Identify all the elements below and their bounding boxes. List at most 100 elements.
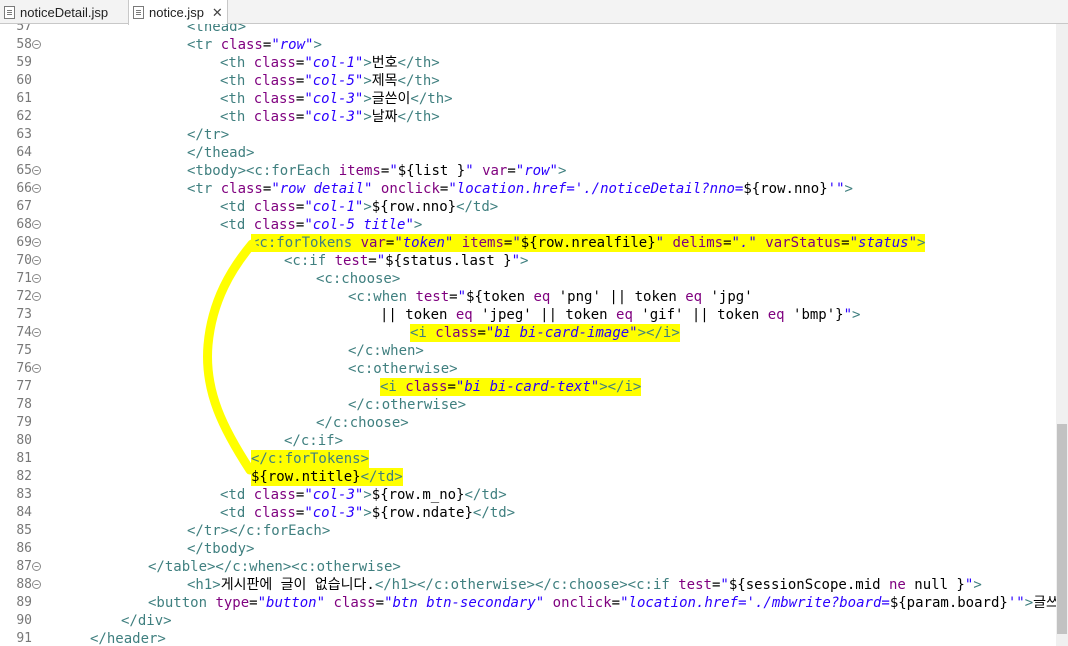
code-line-70[interactable]: 70− <c:if test="${status.last }">: [0, 252, 1056, 270]
code-text: <c:otherwise>: [348, 361, 458, 377]
line-number: 72: [16, 289, 32, 304]
line-number: 90: [16, 613, 32, 628]
code-line-80[interactable]: 80 </c:if>: [0, 432, 1056, 450]
code-text: </tbody>: [187, 541, 255, 557]
line-number: 75: [16, 343, 32, 358]
code-line-91[interactable]: 91 </header>: [0, 630, 1056, 646]
line-number: 85: [16, 523, 32, 538]
fold-toggle-icon[interactable]: −: [32, 580, 41, 589]
line-number: 63: [16, 127, 32, 142]
code-line-64[interactable]: 64 </thead>: [0, 144, 1056, 162]
code-line-75[interactable]: 75 </c:when>: [0, 342, 1056, 360]
code-line-59[interactable]: 59 <th class="col-1">번호</th>: [0, 54, 1056, 72]
code-line-63[interactable]: 63 </tr>: [0, 126, 1056, 144]
fold-toggle-icon[interactable]: −: [32, 40, 41, 49]
code-line-73[interactable]: 73 || token eq 'jpeg' || token eq 'gif' |…: [0, 306, 1056, 324]
code-text: <th class="col-5">제목</th>: [220, 73, 440, 89]
tab-label: noticeDetail.jsp: [20, 4, 109, 20]
fold-toggle-icon[interactable]: −: [32, 328, 41, 337]
tab-notice-jsp[interactable]: notice.jsp ✕: [128, 0, 228, 25]
code-line-78[interactable]: 78 </c:otherwise>: [0, 396, 1056, 414]
line-number: 74: [16, 325, 32, 340]
line-number: 77: [16, 379, 32, 394]
code-line-74[interactable]: 74− <i class="bi bi-card-image"></i>: [0, 324, 1056, 342]
code-line-84[interactable]: 84 <td class="col-3">${row.ndate}</td>: [0, 504, 1056, 522]
code-line-83[interactable]: 83 <td class="col-3">${row.m_no}</td>: [0, 486, 1056, 504]
code-text: </c:otherwise>: [348, 397, 467, 413]
fold-toggle-icon[interactable]: −: [32, 256, 41, 265]
line-number: 70: [16, 253, 32, 268]
code-line-57[interactable]: 57 <thead>: [0, 24, 1056, 36]
line-number: 58: [16, 37, 32, 52]
line-number: 68: [16, 217, 32, 232]
line-number: 64: [16, 145, 32, 160]
fold-toggle-icon[interactable]: −: [32, 220, 41, 229]
code-text: <td class="col-3">${row.ndate}</td>: [220, 505, 516, 521]
code-line-90[interactable]: 90 </div>: [0, 612, 1056, 630]
close-tab-icon[interactable]: ✕: [212, 5, 223, 21]
code-text: </c:when>: [348, 343, 424, 359]
line-number: 76: [16, 361, 32, 376]
fold-toggle-icon[interactable]: −: [32, 274, 41, 283]
code-line-72[interactable]: 72− <c:when test="${token eq 'png' || tok…: [0, 288, 1056, 306]
line-number: 79: [16, 415, 32, 430]
code-line-60[interactable]: 60 <th class="col-5">제목</th>: [0, 72, 1056, 90]
line-number: 71: [16, 271, 32, 286]
code-text: </table></c:when><c:otherwise>: [148, 559, 401, 575]
fold-toggle-icon[interactable]: −: [32, 238, 41, 247]
code-text: </c:if>: [284, 433, 344, 449]
fold-toggle-icon[interactable]: −: [32, 292, 41, 301]
code-line-81[interactable]: 81 </c:forTokens>: [0, 450, 1056, 468]
jsp-file-icon: [4, 5, 15, 19]
code-text: <c:if test="${status.last }">: [284, 253, 529, 269]
line-number: 88: [16, 577, 32, 592]
line-number: 81: [16, 451, 32, 466]
code-text: <c:forTokens var="token" items="${row.nr…: [251, 234, 926, 252]
code-line-67[interactable]: 67 <td class="col-1">${row.nno}</td>: [0, 198, 1056, 216]
code-line-62[interactable]: 62 <th class="col-3">날짜</th>: [0, 108, 1056, 126]
code-line-77[interactable]: 77 <i class="bi bi-card-text"></i>: [0, 378, 1056, 396]
code-line-89[interactable]: 89 <button type="button" class="btn btn-s…: [0, 594, 1056, 612]
code-text: <td class="col-3">${row.m_no}</td>: [220, 487, 507, 503]
code-text: <th class="col-3">날짜</th>: [220, 109, 440, 125]
code-text: <c:choose>: [316, 271, 401, 287]
line-number: 84: [16, 505, 32, 520]
code-line-66[interactable]: 66− <tr class="row detail" onclick="locat…: [0, 180, 1056, 198]
code-editor[interactable]: 57 <thead> 58− <tr class="row"> 59 <th class=…: [0, 24, 1056, 646]
scrollbar-thumb[interactable]: [1057, 424, 1067, 634]
vertical-scrollbar[interactable]: [1056, 24, 1068, 646]
code-line-76[interactable]: 76− <c:otherwise>: [0, 360, 1056, 378]
code-line-87[interactable]: 87− </table></c:when><c:otherwise>: [0, 558, 1056, 576]
code-line-79[interactable]: 79 </c:choose>: [0, 414, 1056, 432]
code-text: <button type="button" class="btn btn-sec…: [148, 595, 1056, 611]
code-line-85[interactable]: 85 </tr></c:forEach>: [0, 522, 1056, 540]
editor-tab-bar: noticeDetail.jsp notice.jsp ✕: [0, 0, 1068, 25]
code-text: <td class="col-5 title">: [220, 217, 423, 233]
jsp-file-icon: [133, 6, 144, 19]
fold-toggle-icon[interactable]: −: [32, 166, 41, 175]
code-text: </thead>: [187, 145, 255, 161]
line-number: 80: [16, 433, 32, 448]
line-number: 87: [16, 559, 32, 574]
code-text: ${row.ntitle}</td>: [251, 468, 403, 486]
code-text: </c:choose>: [316, 415, 409, 431]
code-text: <th class="col-3">글쓴이</th>: [220, 91, 453, 107]
code-line-82[interactable]: 82 ${row.ntitle}</td>: [0, 468, 1056, 486]
fold-toggle-icon[interactable]: −: [32, 562, 41, 571]
code-line-68[interactable]: 68− <td class="col-5 title">: [0, 216, 1056, 234]
code-line-88[interactable]: 88− <h1>게시판에 글이 없습니다.</h1></c:otherwise><…: [0, 576, 1056, 594]
fold-toggle-icon[interactable]: −: [32, 184, 41, 193]
code-line-65[interactable]: 65− <tbody><c:forEach items="${list }" va…: [0, 162, 1056, 180]
code-text: <tr class="row detail" onclick="location…: [187, 181, 853, 197]
code-line-61[interactable]: 61 <th class="col-3">글쓴이</th>: [0, 90, 1056, 108]
code-text: <i class="bi bi-card-image"></i>: [410, 324, 680, 342]
code-line-86[interactable]: 86 </tbody>: [0, 540, 1056, 558]
code-line-69[interactable]: 69− <c:forTokens var="token" items="${row…: [0, 234, 1056, 252]
tab-notice-detail-jsp[interactable]: noticeDetail.jsp: [0, 0, 128, 24]
code-line-71[interactable]: 71− <c:choose>: [0, 270, 1056, 288]
code-line-58[interactable]: 58− <tr class="row">: [0, 36, 1056, 54]
code-text: <td class="col-1">${row.nno}</td>: [220, 199, 499, 215]
code-text: </header>: [90, 631, 166, 646]
line-number: 62: [16, 109, 32, 124]
fold-toggle-icon[interactable]: −: [32, 364, 41, 373]
